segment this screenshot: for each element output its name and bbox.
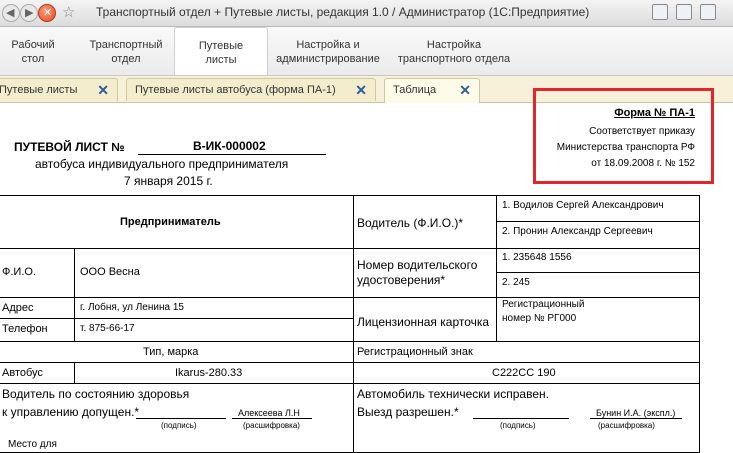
phone-value: т. 875-66-17 bbox=[80, 323, 135, 334]
bus-label: Автобус bbox=[2, 367, 43, 379]
driver-label: Водитель (Ф.И.О.)* bbox=[357, 216, 464, 230]
section-label: Путевые листы bbox=[198, 40, 244, 66]
title-bar: ◀ ▶ ✕ ☆ Транспортный отдел + Путевые лис… bbox=[0, 0, 733, 27]
tab-label: Путевые листы bbox=[0, 84, 78, 96]
number-underline bbox=[138, 154, 326, 155]
section-label: Рабочий стол bbox=[11, 39, 55, 65]
place-label: Место для bbox=[8, 439, 57, 450]
tab-label: Таблица bbox=[393, 84, 437, 96]
mechanic-decode-caption: (расшифровка) bbox=[598, 421, 655, 430]
address-label: Адрес bbox=[2, 302, 34, 314]
section-label: Настройка и администрирование bbox=[276, 39, 380, 65]
doc-title: ПУТЕВОЙ ЛИСТ № bbox=[14, 140, 125, 154]
mechanic-name: Бунин И.А. (экспл.) bbox=[596, 408, 676, 418]
bus-model: Ikarus-280.33 bbox=[175, 367, 243, 379]
save-icon[interactable] bbox=[652, 4, 668, 20]
close-tab-icon[interactable]: ✕ bbox=[355, 82, 367, 99]
section-transport-settings[interactable]: Настройка транспортного отдела bbox=[392, 38, 516, 66]
close-tab-icon[interactable]: ✕ bbox=[97, 82, 109, 99]
doctor-name: Алексеева Л.Н bbox=[238, 408, 300, 418]
tab-bus-waybills[interactable]: Путевые листы автобуса (форма ПА-1) ✕ bbox=[126, 78, 376, 101]
fio-label: Ф.И.О. bbox=[2, 266, 36, 278]
type-label: Тип, марка bbox=[143, 346, 199, 358]
window-title: Транспортный отдел + Путевые листы, реда… bbox=[96, 5, 590, 19]
section-desktop[interactable]: Рабочий стол bbox=[8, 38, 58, 66]
tab-waybills[interactable]: Путевые листы ✕ bbox=[0, 78, 118, 101]
arrow-left-icon: ◀ bbox=[6, 7, 15, 19]
reg-value: С222СС 190 bbox=[492, 367, 556, 379]
preview-icon[interactable] bbox=[700, 4, 716, 20]
driver1: 1. Водилов Сергей Александрович bbox=[502, 200, 664, 211]
tech-line-1: Автомобиль технически исправен. bbox=[357, 387, 549, 401]
back-button[interactable]: ◀ bbox=[2, 4, 20, 22]
driver2: 2. Пронин Александр Сергеевич bbox=[502, 226, 653, 237]
print-icon[interactable] bbox=[676, 4, 692, 20]
close-icon: ✕ bbox=[43, 7, 53, 19]
phone-label: Телефон bbox=[2, 323, 48, 335]
section-waybills[interactable]: Путевые листы bbox=[174, 27, 268, 75]
fio-value: ООО Весна bbox=[80, 266, 140, 278]
reg-label: Регистрационный знак bbox=[357, 346, 473, 358]
form-number: Форма № ПА-1 bbox=[614, 107, 695, 119]
doctor-decode-line bbox=[232, 418, 312, 419]
stamp-line-1: Соответствует приказу bbox=[589, 126, 695, 137]
forward-button[interactable]: ▶ bbox=[20, 4, 38, 22]
arrow-right-icon: ▶ bbox=[25, 7, 34, 19]
mechanic-sign-line bbox=[473, 418, 569, 419]
health-line-1: Водитель по состоянию здоровья bbox=[2, 387, 190, 401]
favorite-star-icon[interactable]: ☆ bbox=[62, 3, 75, 21]
license2: 2. 245 bbox=[502, 277, 530, 288]
card-value-2: номер № РГ000 bbox=[502, 313, 577, 324]
section-admin[interactable]: Настройка и администрирование bbox=[272, 38, 384, 66]
sections-panel: Рабочий стол Транспортный отдел Путевые … bbox=[0, 27, 733, 76]
doc-subtitle: автобуса индивидуального предпринимателя bbox=[35, 157, 289, 171]
close-button[interactable]: ✕ bbox=[38, 4, 56, 22]
section-transport-dept[interactable]: Транспортный отдел bbox=[82, 38, 170, 66]
section-label: Настройка транспортного отдела bbox=[397, 39, 511, 65]
mechanic-decode-line bbox=[590, 418, 682, 419]
tech-line-2: Выезд разрешен.* bbox=[357, 405, 459, 419]
form-stamp-box: Форма № ПА-1 Соответствует приказу Минис… bbox=[533, 88, 714, 184]
license-label-2: удостоверения* bbox=[357, 273, 446, 287]
doc-date: 7 января 2015 г. bbox=[124, 174, 213, 188]
mechanic-sign-caption: (подпись) bbox=[500, 421, 536, 430]
tab-table[interactable]: Таблица ✕ bbox=[384, 78, 480, 103]
card-value-1: Регистрационный bbox=[502, 299, 585, 310]
license1: 1. 235648 1556 bbox=[502, 252, 572, 263]
stamp-line-3: от 18.09.2008 г. № 152 bbox=[591, 158, 695, 169]
license-label-1: Номер водительского bbox=[357, 258, 478, 272]
card-label: Лицензионная карточка bbox=[357, 315, 490, 329]
close-tab-icon[interactable]: ✕ bbox=[459, 82, 471, 99]
tab-label: Путевые листы автобуса (форма ПА-1) bbox=[135, 84, 336, 96]
health-line-2: к управлению допущен.* bbox=[2, 405, 140, 419]
stamp-line-2: Министерства транспорта РФ bbox=[556, 142, 695, 153]
doctor-decode-caption: (расшифровка) bbox=[243, 421, 300, 430]
doctor-sign-caption: (подпись) bbox=[161, 421, 197, 430]
address-value: г. Лобня, ул Ленина 15 bbox=[80, 302, 184, 313]
doctor-sign-line bbox=[136, 418, 226, 419]
section-label: Транспортный отдел bbox=[89, 39, 163, 65]
doc-number: В-ИК-000002 bbox=[193, 139, 266, 153]
entrepreneur-label: Предприниматель bbox=[120, 216, 221, 228]
